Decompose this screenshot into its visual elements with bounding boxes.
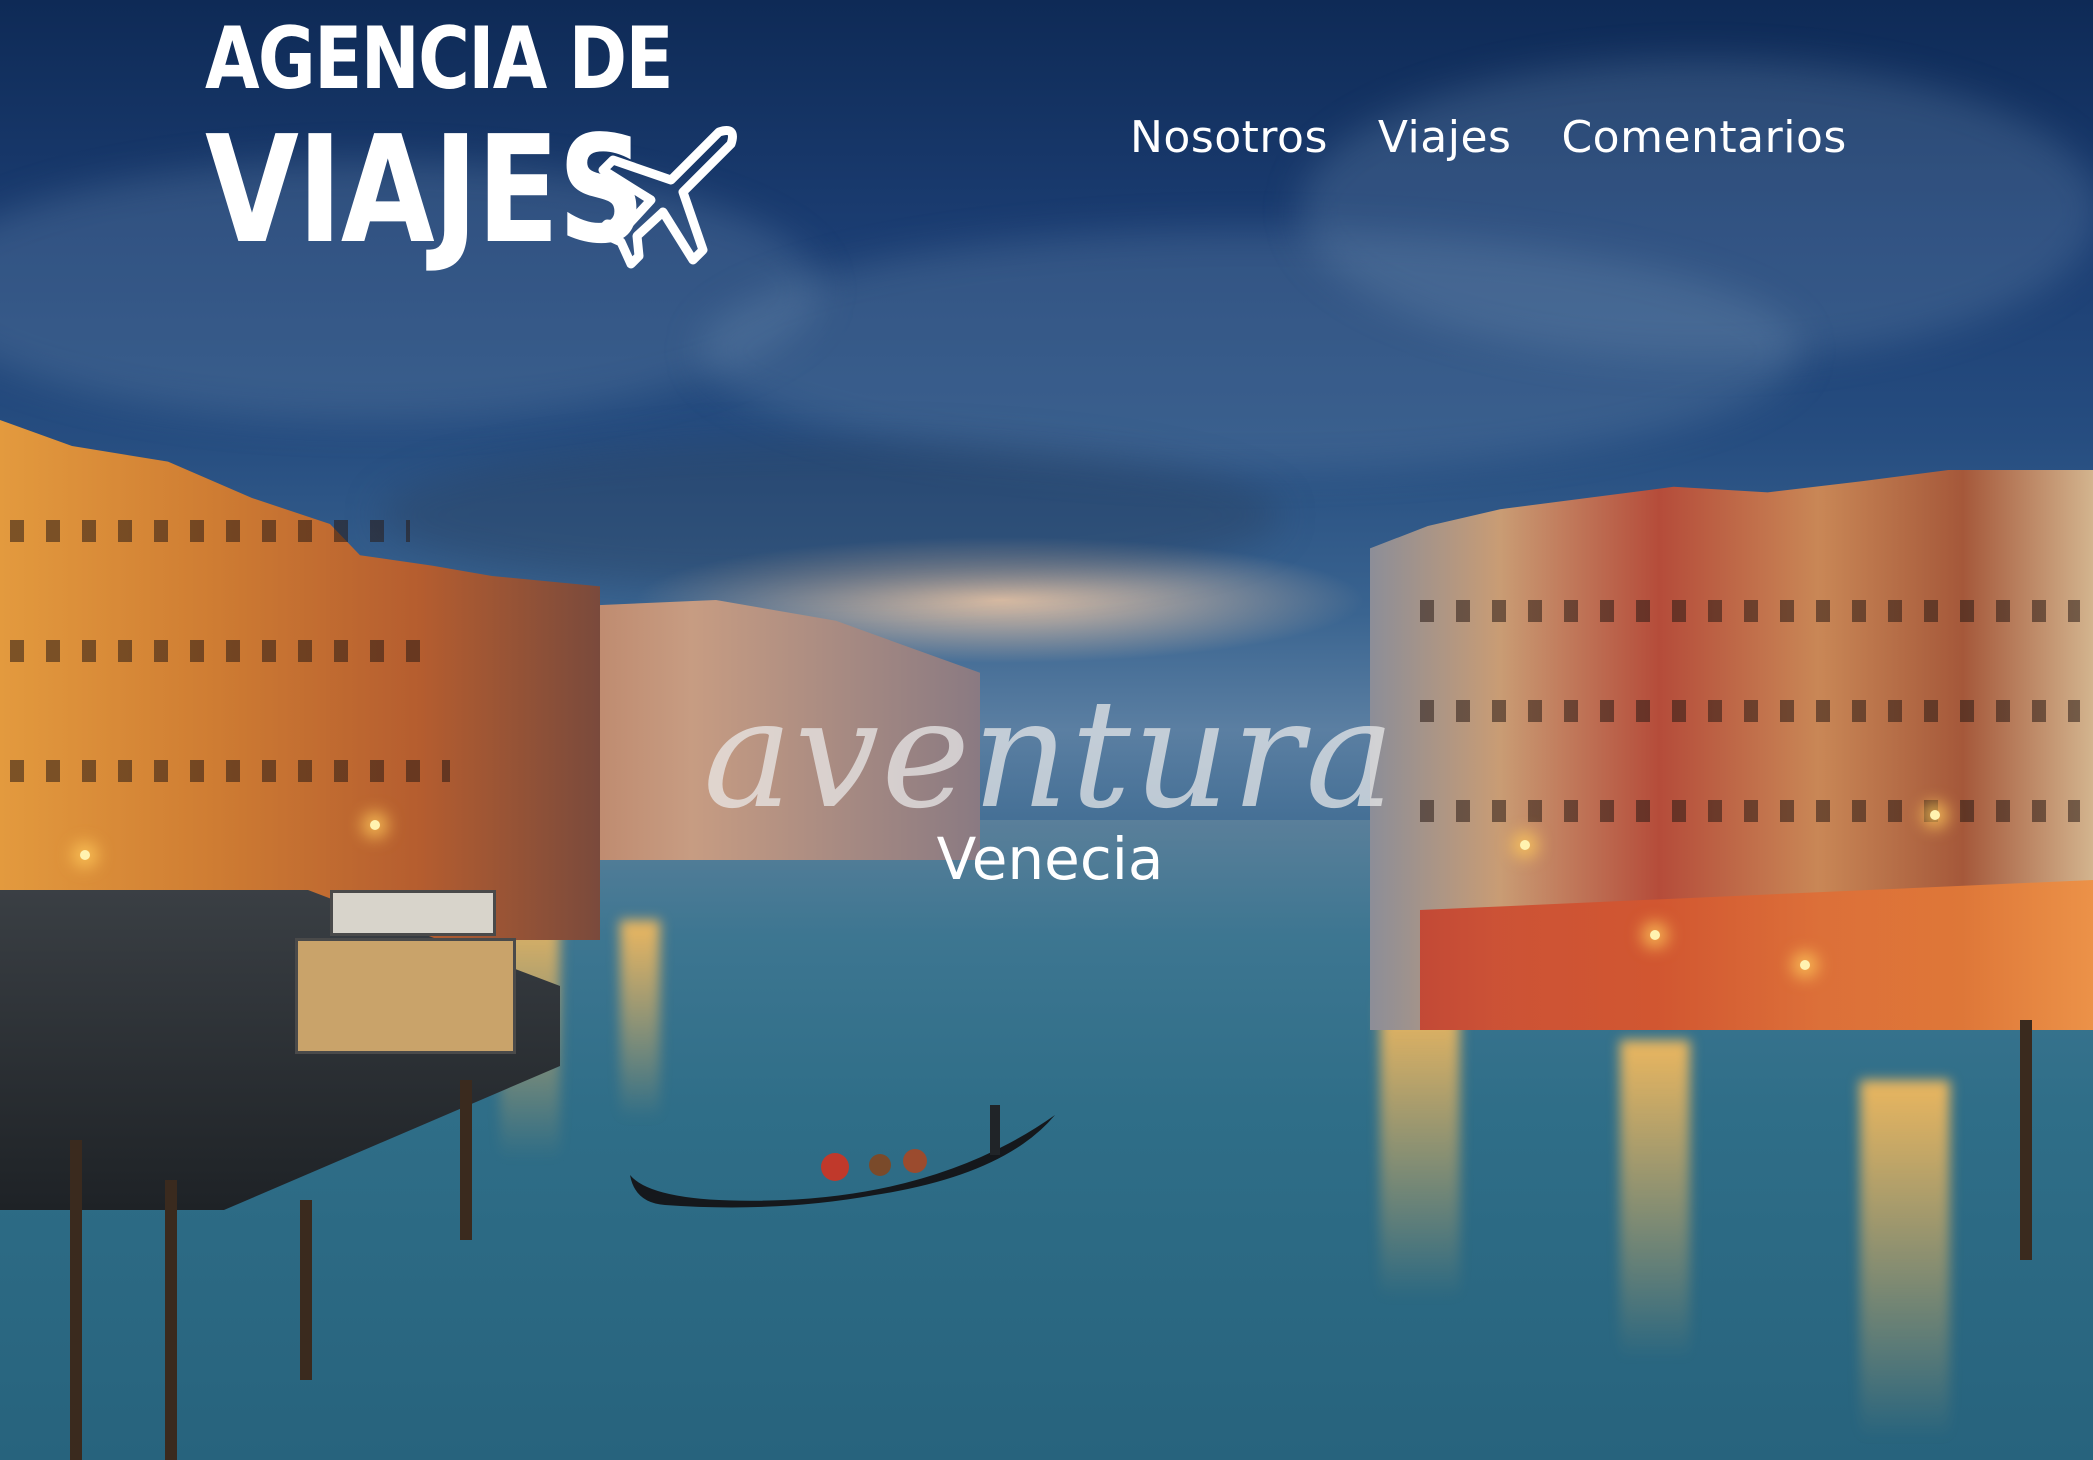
cloud bbox=[380, 440, 1280, 590]
light-reflection bbox=[620, 920, 660, 1120]
mooring-pole bbox=[70, 1140, 82, 1460]
street-lamp bbox=[1520, 840, 1530, 850]
gondola bbox=[630, 1105, 1055, 1208]
light-reflection bbox=[1380, 1000, 1460, 1300]
logo-text-line2: VIAJES bbox=[205, 104, 645, 276]
nav-link-comentarios[interactable]: Comentarios bbox=[1561, 112, 1846, 163]
windows bbox=[10, 520, 410, 542]
street-lamp bbox=[80, 850, 90, 860]
main-nav: Nosotros Viajes Comentarios bbox=[1130, 112, 1847, 163]
mooring-pole bbox=[300, 1200, 312, 1380]
windows bbox=[1420, 700, 2080, 722]
street-lamp bbox=[370, 820, 380, 830]
mooring-pole bbox=[165, 1180, 177, 1460]
hero-destination: Venecia bbox=[936, 825, 1164, 893]
windows bbox=[10, 640, 430, 662]
cloud bbox=[1300, 60, 2093, 360]
nav-link-nosotros[interactable]: Nosotros bbox=[1130, 112, 1328, 163]
street-lamp bbox=[1930, 810, 1940, 820]
windows bbox=[1420, 600, 2080, 622]
boat-house bbox=[330, 890, 496, 936]
windows bbox=[10, 760, 450, 782]
light-reflection bbox=[1860, 1080, 1950, 1440]
street-lamp bbox=[1650, 930, 1660, 940]
hero-headline: aventura bbox=[703, 668, 1397, 842]
street-lamp bbox=[1800, 960, 1810, 970]
windows bbox=[1420, 800, 2080, 822]
light-reflection bbox=[1620, 1040, 1690, 1360]
logo-text-line1: AGENCIA DE bbox=[205, 9, 674, 109]
agency-logo[interactable]: AGENCIA DE VIAJES bbox=[205, 9, 745, 276]
mooring-pole bbox=[2020, 1020, 2032, 1260]
nav-link-viajes[interactable]: Viajes bbox=[1378, 112, 1512, 163]
mooring-pole bbox=[460, 1080, 472, 1240]
airplane-icon bbox=[594, 126, 737, 269]
boat-house bbox=[295, 938, 516, 1054]
